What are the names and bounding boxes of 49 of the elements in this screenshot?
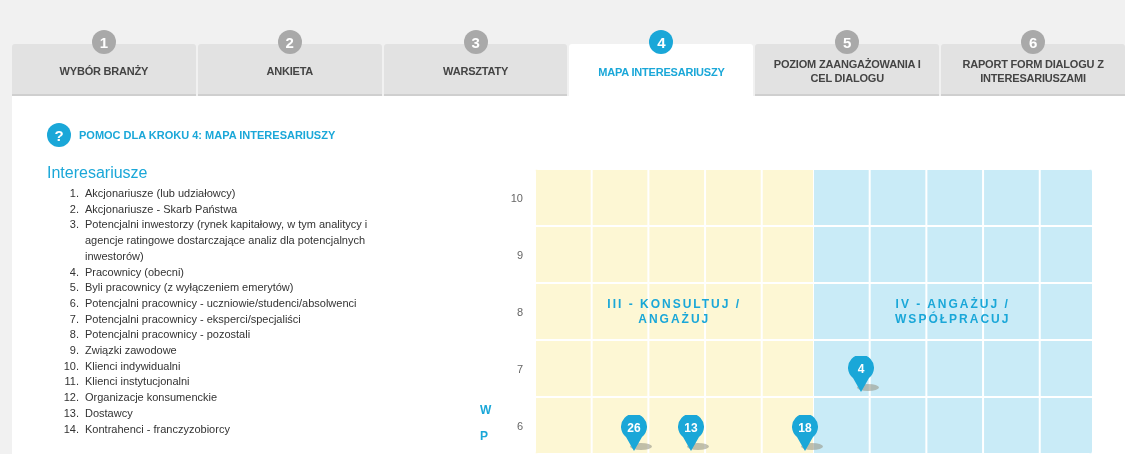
item-number: 13. — [62, 405, 80, 421]
stakeholder-name: Związki zawodowe — [85, 343, 178, 359]
axis-tick: 8 — [515, 304, 524, 320]
stakeholder-name: Klienci instytucjonalni — [85, 374, 191, 390]
help-icon[interactable]: ? — [47, 123, 71, 147]
item-number: 11. — [63, 374, 80, 390]
map-pin[interactable]: 4 — [848, 356, 874, 392]
item-number: 3. — [68, 217, 80, 233]
section-heading: Interesariusze — [47, 164, 149, 182]
axis-tick: 9 — [515, 247, 524, 263]
step-number: 5 — [835, 30, 860, 54]
axis-title: WP — [480, 402, 492, 446]
quadrant-label: IV - ANGAŻUJ / WSPÓŁPRACUJ — [894, 297, 1012, 327]
stakeholder-name: Kontrahenci - franczyzobiorcy — [85, 421, 231, 437]
stakeholder-name: Byli pracownicy (z wyłączeniem emerytów) — [85, 280, 295, 296]
step-number: 6 — [1021, 30, 1046, 54]
axis-tick: 6 — [515, 418, 524, 434]
step-number: 2 — [277, 30, 302, 54]
step-number: 3 — [463, 30, 488, 54]
step-number: 4 — [649, 30, 674, 54]
axis-tick: 10 — [509, 190, 524, 206]
stakeholder-name: Dostawcy — [85, 405, 134, 421]
map-pin[interactable]: 26 — [621, 415, 647, 451]
stakeholder-name: Akcjonariusze - Skarb Państwa — [85, 201, 239, 217]
item-number: 5. — [68, 280, 80, 296]
item-number: 1. — [68, 186, 80, 201]
item-number: 7. — [68, 311, 80, 327]
item-number: 2. — [68, 201, 80, 217]
step-number: 1 — [91, 30, 116, 54]
map-pin[interactable]: 18 — [792, 415, 818, 451]
stakeholder-name: Potencjalni pracownicy - pozostali — [85, 327, 252, 343]
stakeholder-name: Klienci indywidualni — [85, 358, 182, 374]
help-link[interactable]: POMOC DLA KROKU 4: MAPA INTERESARIUSZY — [79, 129, 336, 141]
stakeholder-name: Organizacje konsumenckie — [85, 390, 219, 406]
item-number: 9. — [68, 343, 80, 359]
item-number: 12. — [62, 390, 80, 406]
item-number: 8. — [68, 327, 80, 343]
stakeholder-name: Potencjalni pracownicy - uczniowie/studenci/absolwenci — [85, 295, 358, 311]
stakeholder-name: Potencjalni inwestorzy (rynek kapitałowy, w tym analitycy i agencje ratingowe dostarczające analiz dla potencjalnych inwestorów) — [85, 217, 369, 264]
stakeholder-name: Akcjonariusze (lub udziałowcy) — [85, 186, 237, 201]
item-number: 6. — [68, 295, 80, 311]
item-number: 10. — [62, 358, 80, 374]
map-pin[interactable]: 13 — [678, 415, 704, 451]
stakeholder-name: Potencjalni pracownicy - eksperci/specjaliści — [85, 311, 302, 327]
stakeholder-name: Pracownicy (obecni) — [85, 264, 186, 280]
item-number: 4. — [68, 264, 80, 280]
item-number: 14. — [62, 421, 80, 437]
quadrant-label: III - KONSULTUJ / ANGAŻUJ — [606, 297, 743, 327]
axis-tick: 7 — [515, 361, 524, 377]
